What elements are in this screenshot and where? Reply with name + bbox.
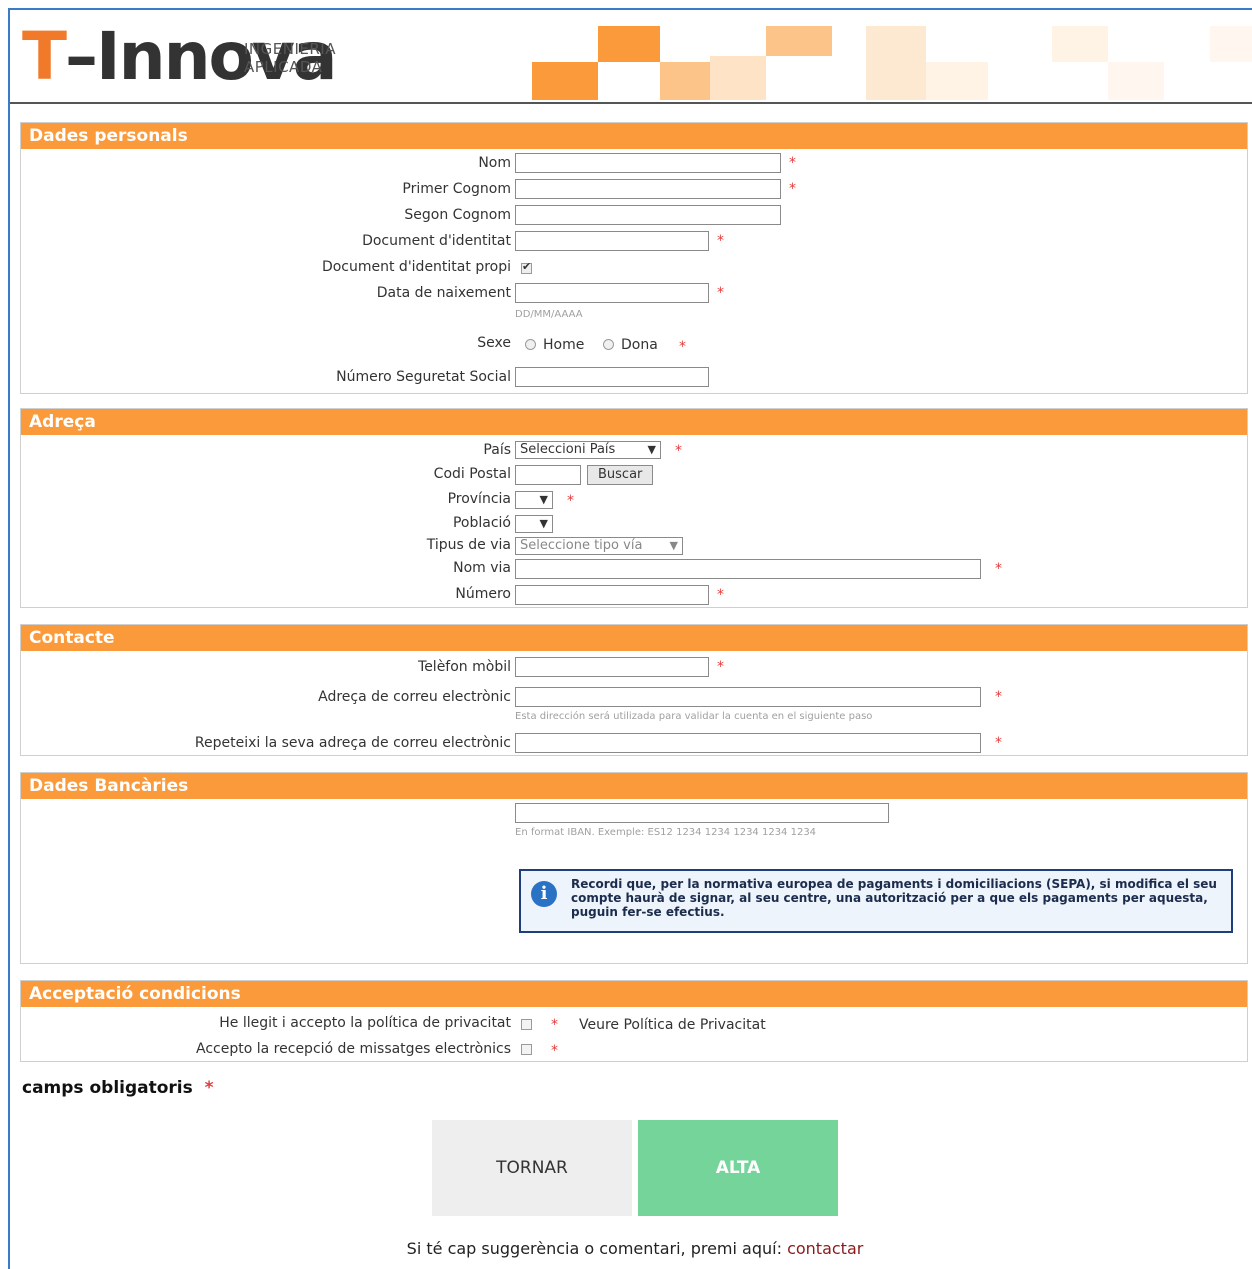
label-email-repeat: Repeteixi la seva adreça de correu elect… [194, 735, 511, 751]
label-codi-postal: Codi Postal [433, 466, 511, 482]
label-document: Document d'identitat [362, 233, 511, 249]
label-document-propi: Document d'identitat propi [321, 259, 511, 275]
required-mark: * [717, 285, 724, 301]
sepa-info-text: Recordi que, per la normativa europea de… [571, 877, 1217, 919]
nss-input[interactable] [515, 367, 709, 387]
label-primer-cognom: Primer Cognom [402, 181, 511, 197]
logo-tagline: INGENIERIA APLICADA [244, 40, 336, 76]
radio-home[interactable] [525, 339, 536, 350]
email-hint: Esta dirección será utilizada para valid… [515, 711, 873, 722]
privacy-checkbox[interactable] [521, 1019, 532, 1030]
footer: Si té cap suggerència o comentari, premi… [0, 1239, 1252, 1258]
required-mark: * [679, 339, 686, 355]
provincia-select[interactable]: ▼ [515, 491, 553, 509]
required-mark: * [567, 493, 574, 509]
section-address: Adreça País Seleccioni País ▼ * Codi Post… [20, 408, 1248, 608]
pais-select[interactable]: Seleccioni País ▼ [515, 441, 661, 459]
label-home: Home [543, 337, 585, 353]
label-nom-via: Nom via [453, 560, 511, 576]
label-nom: Nom [478, 155, 511, 171]
info-icon: i [531, 881, 557, 907]
label-pais: País [483, 442, 511, 458]
section-title-address: Adreça [21, 409, 1247, 435]
label-email: Adreça de correu electrònic [318, 689, 511, 705]
primer-cognom-input[interactable] [515, 179, 781, 199]
section-conditions: Acceptació condicions He llegit i accept… [20, 980, 1248, 1062]
label-sexe: Sexe [477, 335, 511, 351]
numero-input[interactable] [515, 585, 709, 605]
required-mark: * [717, 659, 724, 675]
required-mark: * [551, 1043, 558, 1059]
contact-link[interactable]: contactar [787, 1239, 863, 1258]
document-input[interactable] [515, 231, 709, 251]
tipus-via-select[interactable]: Seleccione tipo vía ▼ [515, 537, 683, 555]
label-dona: Dona [621, 337, 658, 353]
required-mark: * [717, 587, 724, 603]
required-mark: * [995, 735, 1002, 751]
radio-dona[interactable] [603, 339, 614, 350]
required-mark: * [789, 181, 796, 197]
submit-button[interactable]: ALTA [638, 1120, 838, 1216]
required-mark: * [995, 561, 1002, 577]
iban-hint: En format IBAN. Exemple: ES12 1234 1234 … [515, 827, 817, 838]
label-poblacio: Població [452, 515, 511, 531]
nom-input[interactable] [515, 153, 781, 173]
label-messages: Accepto la recepció de missatges electrò… [196, 1041, 511, 1057]
codi-postal-input[interactable] [515, 465, 581, 485]
label-nss: Número Seguretat Social [336, 369, 511, 385]
section-title-personal: Dades personals [21, 123, 1247, 149]
logo-t: T [22, 18, 67, 95]
label-segon-cognom: Segon Cognom [404, 207, 511, 223]
label-tipus-via: Tipus de via [426, 537, 511, 553]
header: T–Innova INGENIERIA APLICADA [10, 10, 1252, 104]
data-naixement-input[interactable] [515, 283, 709, 303]
footer-text: Si té cap suggerència o comentari, premi… [406, 1239, 782, 1258]
label-numero: Número [455, 586, 511, 602]
required-mark: * [675, 443, 682, 459]
document-propi-checkbox[interactable]: ✔ [521, 260, 532, 274]
section-title-bank: Dades Bancàries [21, 773, 1247, 799]
required-note: camps obligatoris * [22, 1078, 214, 1098]
label-telefon: Telèfon mòbil [418, 659, 511, 675]
required-mark: * [551, 1017, 558, 1033]
email-input[interactable] [515, 687, 981, 707]
messages-checkbox[interactable] [521, 1044, 532, 1055]
section-bank: Dades Bancàries En format IBAN. Exemple:… [20, 772, 1248, 964]
label-provincia: Província [447, 491, 511, 507]
required-mark: * [789, 155, 796, 171]
poblacio-select[interactable]: ▼ [515, 515, 553, 533]
sepa-info-box: i Recordi que, per la normativa europea … [519, 869, 1233, 933]
email-repeat-input[interactable] [515, 733, 981, 753]
required-mark: * [995, 689, 1002, 705]
section-contact: Contacte Telèfon mòbil * Adreça de corre… [20, 624, 1248, 756]
label-data-naixement: Data de naixement [376, 285, 511, 301]
required-mark: * [717, 233, 724, 249]
telefon-input[interactable] [515, 657, 709, 677]
privacy-link[interactable]: Veure Política de Privacitat [579, 1017, 766, 1033]
iban-input[interactable] [515, 803, 889, 823]
section-title-conditions: Acceptació condicions [21, 981, 1247, 1007]
data-hint: DD/MM/AAAA [515, 309, 583, 320]
buscar-button[interactable]: Buscar [587, 465, 654, 485]
nom-via-input[interactable] [515, 559, 981, 579]
label-privacy: He llegit i accepto la política de priva… [219, 1015, 511, 1031]
segon-cognom-input[interactable] [515, 205, 781, 225]
section-personal: Dades personals Nom * Primer Cognom * Se… [20, 122, 1248, 394]
section-title-contact: Contacte [21, 625, 1247, 651]
logo: T–Innova INGENIERIA APLICADA [22, 24, 337, 90]
back-button[interactable]: TORNAR [432, 1120, 632, 1216]
